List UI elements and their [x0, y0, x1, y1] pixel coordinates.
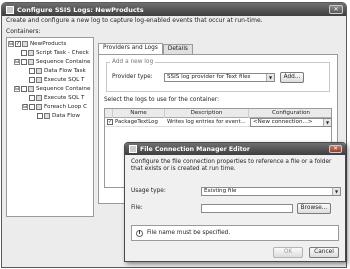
tree-item-label: NewProducts — [30, 41, 67, 47]
collapse-icon[interactable]: ⊟ — [14, 86, 20, 92]
data-flow-icon — [44, 113, 50, 119]
dialog-title: File Connection Manager Editor — [140, 145, 250, 153]
dialog-description: Configure the file connection properties… — [131, 159, 332, 172]
provider-type-select[interactable]: SSIS log provider for Text files ▼ — [164, 73, 275, 82]
tree-checkbox[interactable] — [29, 95, 35, 101]
tab-details[interactable]: Details — [162, 44, 193, 54]
tree-checkbox[interactable] — [21, 86, 27, 92]
tree-checkbox[interactable] — [29, 104, 35, 110]
chevron-down-icon[interactable]: ▼ — [332, 188, 340, 195]
sequence-container-icon — [28, 86, 34, 92]
tree-item-script-task[interactable]: Script Task - Check — [21, 49, 89, 57]
tree-item-data-flow[interactable]: Data Flow — [37, 112, 80, 120]
provider-type-label: Provider type: — [112, 74, 153, 80]
data-flow-icon — [36, 68, 42, 74]
tree-item-label: Execute SQL T — [44, 95, 85, 101]
file-path-input[interactable] — [201, 204, 293, 213]
close-icon[interactable]: ✕ — [329, 5, 343, 14]
usage-type-label: Usage type: — [131, 188, 166, 194]
row-checkbox[interactable]: ✓ — [107, 119, 113, 125]
dialog-titlebar: File Connection Manager Editor — [125, 143, 345, 155]
chevron-down-icon[interactable]: ▼ — [323, 119, 331, 126]
collapse-icon[interactable]: ⊟ — [22, 104, 28, 110]
window-controls: ✕ — [329, 5, 343, 14]
tree-item-label: Data Flow Task — [44, 68, 86, 74]
containers-label: Containers: — [6, 28, 41, 35]
app-icon — [6, 5, 14, 14]
column-header-name[interactable]: Name — [113, 109, 165, 118]
tree-item-newproducts[interactable]: ⊟ ✓ NewProducts — [8, 40, 66, 48]
usage-type-select[interactable]: Existing file ▼ — [201, 187, 341, 196]
collapse-icon[interactable]: ⊟ — [14, 59, 20, 65]
tree-checkbox[interactable] — [21, 59, 27, 65]
file-connection-manager-dialog: File Connection Manager Editor ✕ Configu… — [124, 142, 346, 262]
tab-providers-and-logs[interactable]: Providers and Logs — [98, 43, 163, 54]
browse-button[interactable]: Browse... — [297, 203, 331, 214]
package-icon — [22, 41, 28, 47]
tree-item-label: Sequence Containe — [36, 86, 91, 92]
tree-item-execute-sql-2[interactable]: Execute SQL T — [29, 94, 84, 102]
tree-item-label: Execute SQL T — [44, 77, 85, 83]
tab-strip: Providers and Logs Details — [98, 43, 193, 54]
add-log-legend: Add a new log — [110, 59, 156, 65]
add-log-button[interactable]: Add... — [280, 72, 304, 83]
column-header-configuration[interactable]: Configuration — [249, 109, 333, 118]
tree-checkbox[interactable] — [37, 113, 43, 119]
validation-message-text: File name must be specified. — [147, 230, 231, 236]
tree-item-foreach-loop[interactable]: ⊟ Foreach Loop C — [22, 103, 87, 111]
sequence-container-icon — [28, 59, 34, 65]
close-icon[interactable]: ✕ — [329, 145, 342, 153]
tree-item-data-flow-task[interactable]: Data Flow Task — [29, 67, 86, 75]
file-label: File: — [131, 205, 143, 211]
configuration-select[interactable]: <New connection...> ▼ — [250, 118, 332, 127]
tree-checkbox[interactable]: ✓ — [15, 41, 21, 47]
intro-text: Create and configure a new log to captur… — [6, 17, 263, 24]
tree-item-sequence-container-1[interactable]: ⊟ Sequence Containe — [14, 58, 90, 66]
script-task-icon — [28, 50, 34, 56]
dialog-icon — [129, 145, 137, 153]
chevron-down-icon[interactable]: ▼ — [266, 74, 274, 81]
tree-item-execute-sql-1[interactable]: Execute SQL T — [29, 76, 84, 84]
execute-sql-icon — [36, 95, 42, 101]
provider-type-value: SSIS log provider for Text files — [167, 74, 251, 80]
row-description: Writes log entries for event... — [167, 119, 246, 125]
execute-sql-icon — [36, 77, 42, 83]
cancel-button[interactable]: Cancel — [309, 247, 339, 258]
tree-item-label: Foreach Loop C — [44, 104, 87, 110]
containers-tree[interactable]: ⊟ ✓ NewProducts Script Task - Check ⊟ Se… — [6, 37, 94, 217]
select-logs-label: Select the logs to use for the container… — [104, 97, 220, 103]
table-row[interactable]: ✓ PackageTextLog Writes log entries for … — [105, 118, 332, 127]
window-title: Configure SSIS Logs: NewProducts — [17, 5, 144, 14]
tree-checkbox[interactable] — [29, 77, 35, 83]
tree-checkbox[interactable] — [29, 68, 35, 74]
window-titlebar: Configure SSIS Logs: NewProducts — [2, 3, 346, 16]
column-header-description[interactable]: Description — [165, 109, 249, 118]
logs-grid-header: Name Description Configuration — [105, 109, 331, 118]
row-name: PackageTextLog — [115, 119, 158, 125]
tree-item-label: Data Flow — [52, 113, 80, 119]
tree-checkbox[interactable] — [21, 50, 27, 56]
foreach-loop-icon — [36, 104, 42, 110]
collapse-icon[interactable]: ⊟ — [8, 41, 14, 47]
tree-item-label: Script Task - Check — [36, 50, 89, 56]
tree-item-sequence-container-2[interactable]: ⊟ Sequence Containe — [14, 85, 90, 93]
usage-type-value: Existing file — [204, 188, 237, 194]
tree-item-label: Sequence Containe — [36, 59, 91, 65]
validation-message: i File name must be specified. — [131, 225, 339, 241]
ok-button[interactable]: OK — [273, 247, 303, 258]
configuration-value: <New connection...> — [253, 119, 313, 125]
info-icon: i — [136, 229, 143, 237]
